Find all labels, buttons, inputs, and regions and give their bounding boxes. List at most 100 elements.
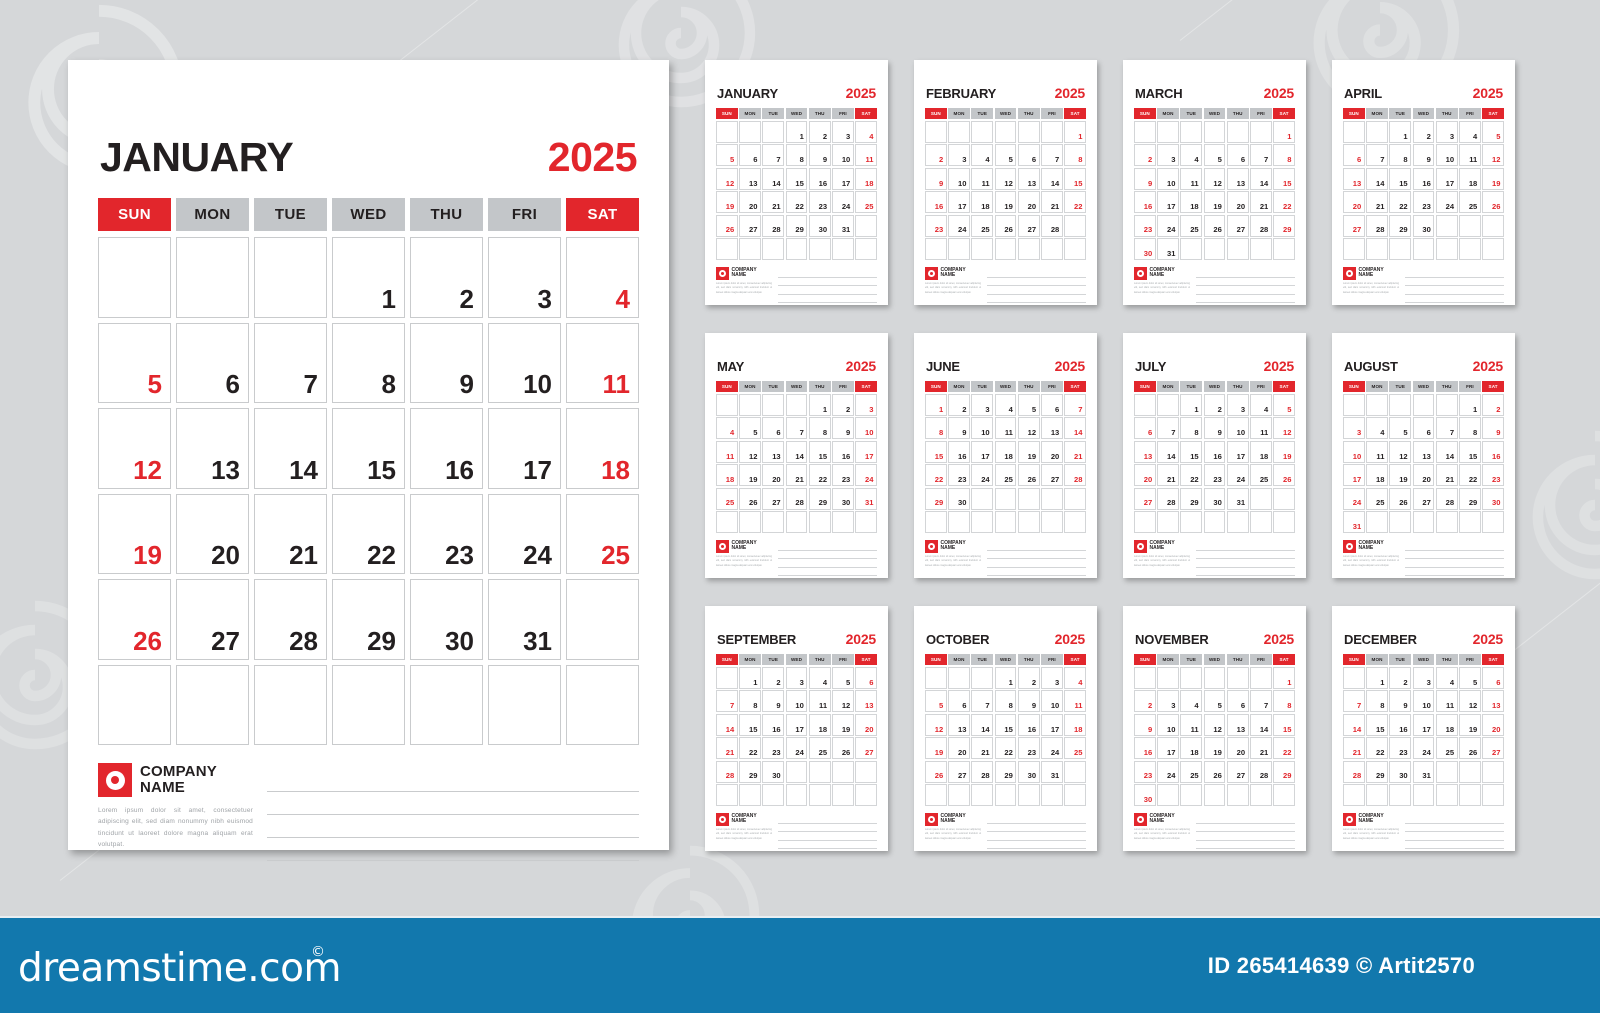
day-cell[interactable]: 23 bbox=[948, 464, 970, 487]
day-cell[interactable]: 22 bbox=[1273, 737, 1295, 760]
day-cell[interactable]: 14 bbox=[785, 440, 808, 463]
day-cell[interactable]: 1 bbox=[332, 237, 405, 318]
note-line[interactable] bbox=[1405, 295, 1504, 303]
day-cell[interactable]: 5 bbox=[739, 417, 761, 440]
day-cell[interactable] bbox=[1017, 487, 1040, 510]
day-cell[interactable]: 15 bbox=[1064, 167, 1086, 190]
note-line[interactable] bbox=[778, 832, 877, 841]
day-cell[interactable] bbox=[948, 511, 970, 533]
day-cell[interactable]: 2 bbox=[808, 121, 831, 143]
note-line[interactable] bbox=[987, 269, 1086, 278]
day-cell[interactable]: 31 bbox=[1343, 511, 1365, 533]
day-cell[interactable]: 19 bbox=[1273, 440, 1295, 463]
day-cell[interactable] bbox=[1250, 121, 1272, 143]
day-cell[interactable]: 7 bbox=[1366, 144, 1388, 167]
day-cell[interactable] bbox=[1366, 394, 1388, 416]
day-cell[interactable]: 19 bbox=[1203, 191, 1226, 214]
day-cell[interactable]: 24 bbox=[1412, 737, 1435, 760]
note-line[interactable] bbox=[267, 769, 639, 792]
day-cell[interactable]: 15 bbox=[925, 440, 947, 463]
day-cell[interactable] bbox=[1435, 394, 1458, 416]
day-cell[interactable]: 11 bbox=[1064, 690, 1086, 713]
day-cell[interactable]: 11 bbox=[808, 690, 831, 713]
day-cell[interactable]: 18 bbox=[971, 191, 994, 214]
day-cell[interactable]: 7 bbox=[254, 322, 327, 403]
day-cell[interactable] bbox=[716, 511, 738, 533]
day-cell[interactable] bbox=[1064, 784, 1086, 806]
day-cell[interactable]: 18 bbox=[994, 440, 1017, 463]
day-cell[interactable]: 12 bbox=[739, 440, 761, 463]
note-line[interactable] bbox=[987, 832, 1086, 841]
day-cell[interactable]: 23 bbox=[762, 737, 785, 760]
day-cell[interactable]: 30 bbox=[410, 579, 483, 660]
day-cell[interactable]: 9 bbox=[410, 322, 483, 403]
day-cell[interactable]: 9 bbox=[1134, 167, 1156, 190]
day-cell[interactable]: 29 bbox=[1459, 487, 1481, 510]
note-line[interactable] bbox=[778, 551, 877, 559]
day-cell[interactable]: 1 bbox=[785, 121, 808, 143]
day-cell[interactable]: 8 bbox=[925, 417, 947, 440]
day-cell[interactable]: 7 bbox=[1435, 417, 1458, 440]
day-cell[interactable]: 16 bbox=[1017, 713, 1040, 736]
day-cell[interactable]: 8 bbox=[1366, 690, 1388, 713]
day-cell[interactable]: 21 bbox=[1435, 464, 1458, 487]
day-cell[interactable]: 14 bbox=[1366, 167, 1388, 190]
day-cell[interactable]: 31 bbox=[855, 487, 877, 510]
day-cell[interactable]: 13 bbox=[1226, 713, 1249, 736]
note-line[interactable] bbox=[778, 815, 877, 824]
day-cell[interactable] bbox=[855, 760, 877, 783]
day-cell[interactable]: 30 bbox=[948, 487, 970, 510]
day-cell[interactable] bbox=[808, 238, 831, 260]
day-cell[interactable]: 10 bbox=[1412, 690, 1435, 713]
day-cell[interactable]: 2 bbox=[762, 667, 785, 689]
day-cell[interactable]: 16 bbox=[1412, 167, 1435, 190]
day-cell[interactable]: 22 bbox=[1459, 464, 1481, 487]
day-cell[interactable] bbox=[98, 237, 171, 318]
day-cell[interactable]: 29 bbox=[925, 487, 947, 510]
day-cell[interactable] bbox=[254, 664, 327, 745]
mini-note-lines[interactable] bbox=[1196, 813, 1295, 849]
day-cell[interactable]: 12 bbox=[1017, 417, 1040, 440]
day-cell[interactable]: 9 bbox=[1017, 690, 1040, 713]
day-cell[interactable] bbox=[1435, 238, 1458, 260]
day-cell[interactable]: 22 bbox=[1064, 191, 1086, 214]
day-cell[interactable]: 6 bbox=[739, 144, 761, 167]
day-cell[interactable] bbox=[98, 664, 171, 745]
day-cell[interactable] bbox=[994, 238, 1017, 260]
day-cell[interactable] bbox=[739, 394, 761, 416]
day-cell[interactable]: 4 bbox=[1435, 667, 1458, 689]
day-cell[interactable]: 31 bbox=[488, 579, 561, 660]
note-line[interactable] bbox=[1196, 832, 1295, 841]
day-cell[interactable]: 15 bbox=[1273, 167, 1295, 190]
day-cell[interactable]: 19 bbox=[716, 191, 738, 214]
day-cell[interactable]: 26 bbox=[1389, 487, 1412, 510]
day-cell[interactable]: 2 bbox=[1017, 667, 1040, 689]
note-line[interactable] bbox=[1405, 815, 1504, 824]
day-cell[interactable]: 30 bbox=[1412, 214, 1435, 237]
day-cell[interactable]: 24 bbox=[832, 191, 854, 214]
day-cell[interactable] bbox=[1482, 238, 1504, 260]
day-cell[interactable]: 1 bbox=[994, 667, 1017, 689]
day-cell[interactable]: 22 bbox=[785, 191, 808, 214]
day-cell[interactable] bbox=[1180, 667, 1203, 689]
day-cell[interactable]: 27 bbox=[1343, 214, 1365, 237]
day-cell[interactable]: 16 bbox=[1482, 440, 1504, 463]
note-line[interactable] bbox=[987, 295, 1086, 303]
day-cell[interactable]: 19 bbox=[1017, 440, 1040, 463]
day-cell[interactable] bbox=[785, 511, 808, 533]
day-cell[interactable]: 27 bbox=[1226, 760, 1249, 783]
day-cell[interactable]: 11 bbox=[716, 440, 738, 463]
note-line[interactable] bbox=[778, 286, 877, 295]
day-cell[interactable]: 10 bbox=[855, 417, 877, 440]
day-cell[interactable]: 14 bbox=[762, 167, 785, 190]
day-cell[interactable]: 16 bbox=[1389, 713, 1412, 736]
mini-note-lines[interactable] bbox=[987, 540, 1086, 576]
day-cell[interactable] bbox=[1366, 238, 1388, 260]
day-cell[interactable] bbox=[1203, 784, 1226, 806]
day-cell[interactable]: 5 bbox=[1273, 394, 1295, 416]
day-cell[interactable]: 28 bbox=[1435, 487, 1458, 510]
day-cell[interactable]: 8 bbox=[1389, 144, 1412, 167]
day-cell[interactable]: 21 bbox=[1041, 191, 1063, 214]
day-cell[interactable]: 14 bbox=[1157, 440, 1179, 463]
day-cell[interactable]: 15 bbox=[1366, 713, 1388, 736]
